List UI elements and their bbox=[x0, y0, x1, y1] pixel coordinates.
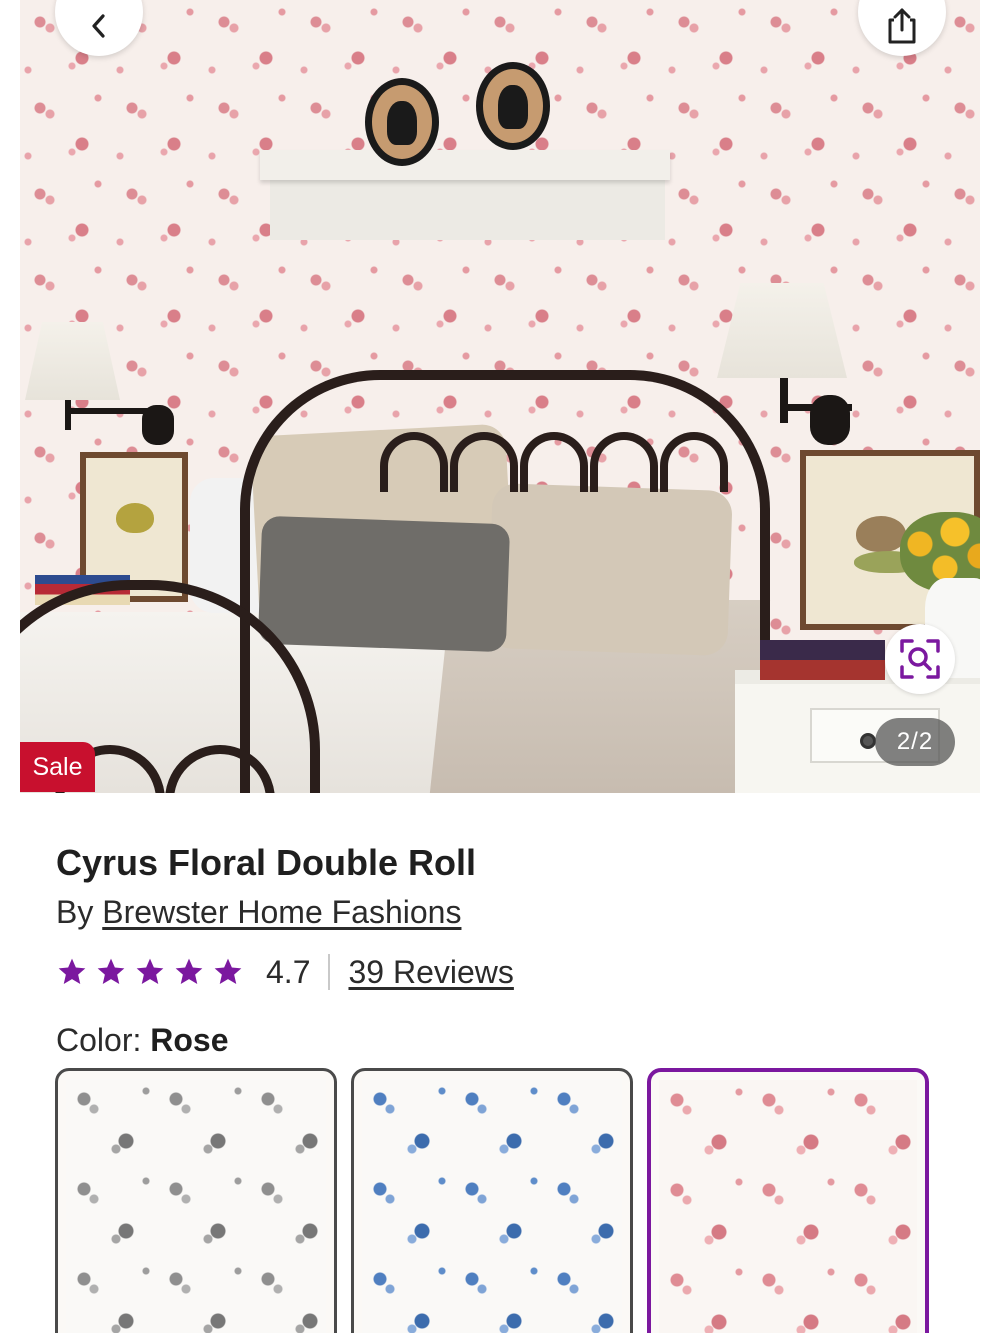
color-value: Rose bbox=[150, 1022, 229, 1058]
swatch-grey[interactable] bbox=[55, 1068, 337, 1333]
wall-shelf-board bbox=[270, 178, 665, 240]
silhouette-frame-left bbox=[365, 78, 439, 166]
star-icon bbox=[97, 958, 125, 984]
star-icon bbox=[58, 958, 86, 984]
rating-row: 4.7 39 Reviews bbox=[56, 950, 514, 994]
lamp-shade-right bbox=[717, 283, 847, 378]
book-stack-right bbox=[760, 640, 885, 680]
color-selection-label: Color: Rose bbox=[56, 1022, 229, 1059]
lamp-shade-left bbox=[25, 322, 120, 400]
swatch-grey-pattern bbox=[66, 1079, 326, 1333]
chevron-left-icon bbox=[92, 14, 105, 38]
share-icon bbox=[888, 8, 916, 44]
rating-value: 4.7 bbox=[266, 953, 311, 990]
wall-shelf bbox=[260, 150, 670, 180]
silhouette-frame-right bbox=[476, 62, 550, 150]
rating-divider bbox=[328, 954, 331, 990]
star-icon bbox=[136, 958, 164, 984]
swatch-rose-pattern bbox=[659, 1080, 917, 1333]
reviews-link[interactable]: 39 Reviews bbox=[348, 954, 513, 991]
swatch-blue-pattern bbox=[362, 1079, 622, 1333]
star-icon bbox=[214, 958, 242, 984]
visual-search-icon bbox=[900, 639, 940, 679]
by-prefix: By bbox=[56, 894, 94, 930]
sale-badge-label: Sale bbox=[32, 752, 83, 781]
star-rating bbox=[56, 956, 244, 988]
sale-badge: Sale bbox=[20, 742, 95, 792]
color-label: Color: bbox=[56, 1022, 142, 1058]
visual-search-button[interactable] bbox=[885, 624, 955, 694]
brand-line: By Brewster Home Fashions bbox=[56, 894, 461, 931]
image-counter: 2/2 bbox=[875, 718, 955, 766]
product-image[interactable] bbox=[20, 0, 980, 793]
brand-link[interactable]: Brewster Home Fashions bbox=[102, 894, 461, 930]
swatch-rose[interactable] bbox=[647, 1068, 929, 1333]
star-icon bbox=[175, 958, 203, 984]
swatch-blue[interactable] bbox=[351, 1068, 633, 1333]
product-title: Cyrus Floral Double Roll bbox=[56, 842, 477, 883]
